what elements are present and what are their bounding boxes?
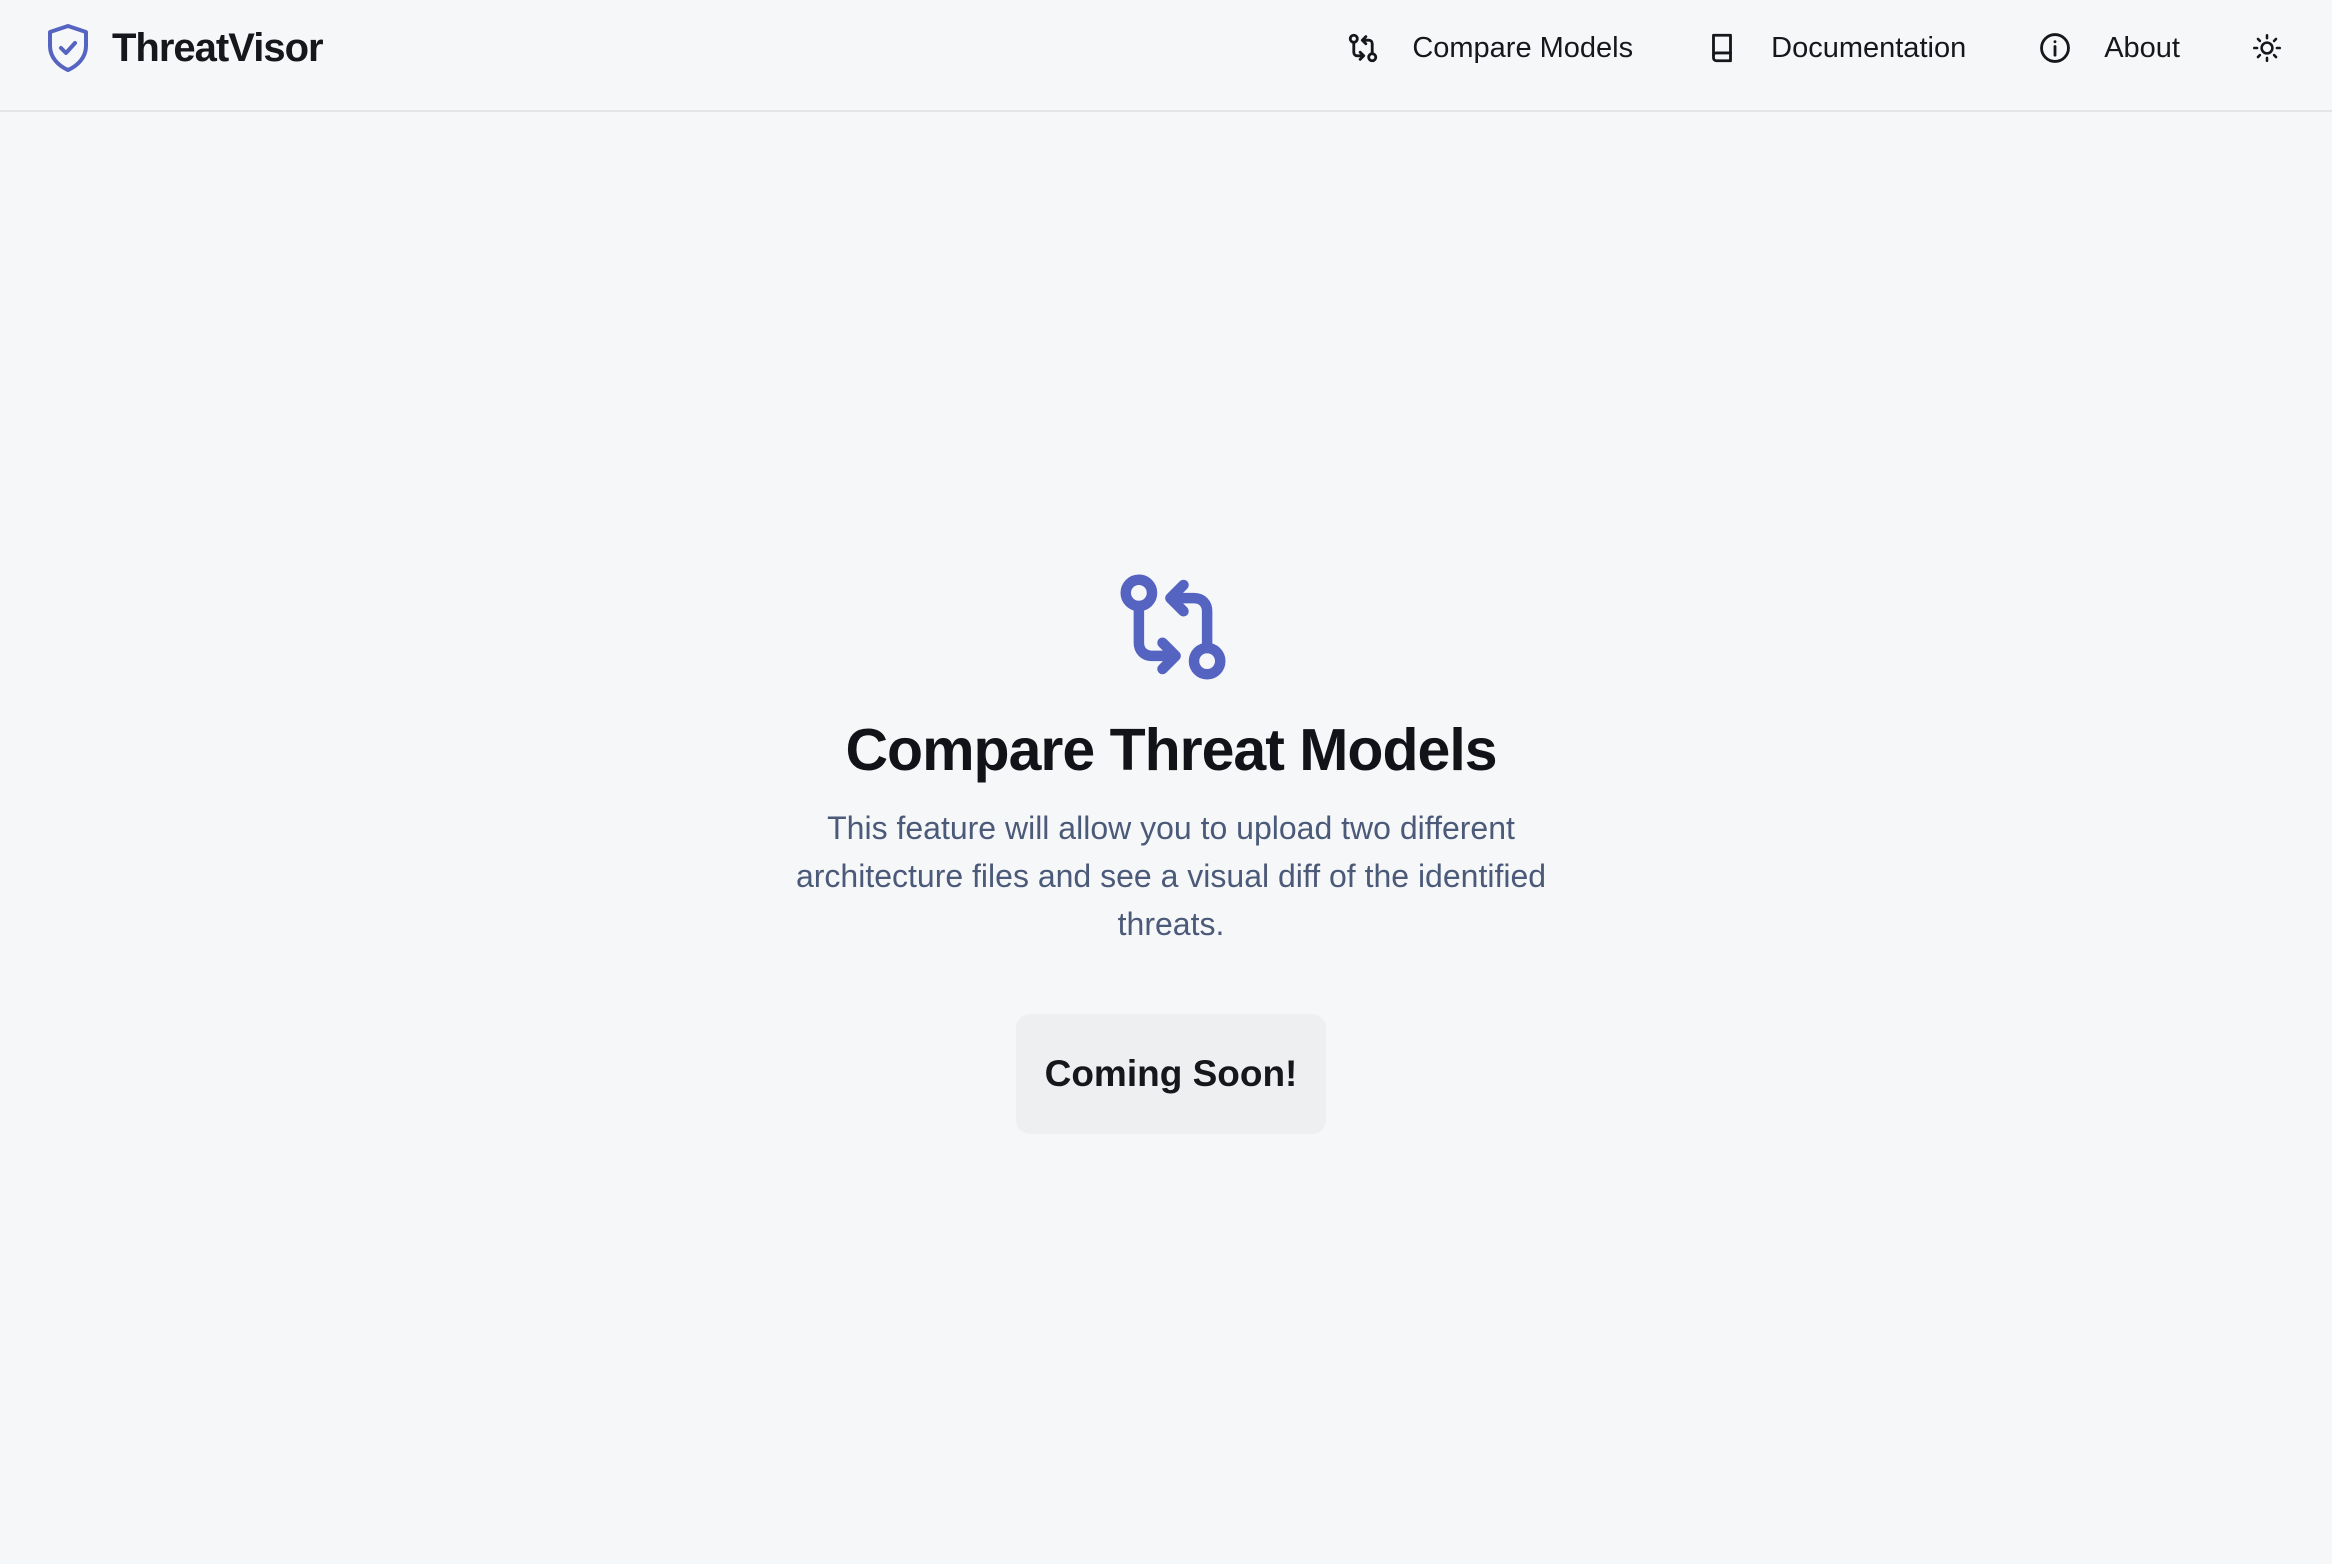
nav-about[interactable]: About xyxy=(2038,26,2180,70)
coming-soon-button[interactable]: Coming Soon! xyxy=(1016,1014,1326,1134)
brand[interactable]: ThreatVisor xyxy=(44,22,324,74)
nav-about-label: About xyxy=(2104,31,2180,64)
nav-documentation-label: Documentation xyxy=(1771,31,1967,64)
git-compare-icon xyxy=(1346,31,1380,65)
nav-compare-models[interactable]: Compare Models xyxy=(1346,26,1633,70)
top-navbar: ThreatVisor Compare Models Documentation… xyxy=(0,0,2332,112)
brand-name: ThreatVisor xyxy=(112,25,324,70)
git-compare-icon xyxy=(1110,564,1236,690)
nav-documentation[interactable]: Documentation xyxy=(1705,26,1966,70)
page-title: Compare Threat Models xyxy=(845,717,1497,783)
book-icon xyxy=(1705,31,1739,65)
shield-check-icon xyxy=(44,22,92,74)
info-icon xyxy=(2038,31,2072,65)
theme-toggle-button[interactable] xyxy=(2250,26,2284,70)
sun-icon xyxy=(2250,31,2284,65)
main-content: Compare Threat Models This feature will … xyxy=(0,112,2332,1564)
feature-description: This feature will allow you to upload tw… xyxy=(795,810,1547,942)
nav-compare-models-label: Compare Models xyxy=(1412,31,1634,64)
main-nav: Compare Models Documentation About xyxy=(1346,26,2332,70)
